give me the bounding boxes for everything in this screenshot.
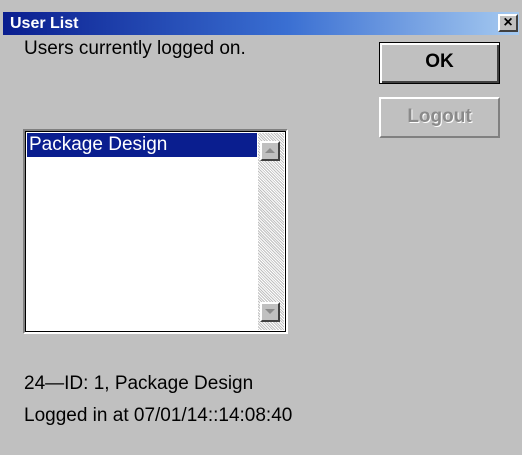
user-id-info: 24—ID: 1, Package Design [24, 373, 254, 394]
user-listbox[interactable]: Package Design [23, 129, 288, 334]
logout-button[interactable]: Logout [379, 97, 500, 138]
user-list-dialog: User List × Users currently logged on. O… [0, 0, 522, 455]
vertical-scrollbar[interactable] [258, 133, 284, 330]
close-button[interactable]: × [498, 14, 518, 32]
users-label: Users currently logged on. [24, 38, 246, 59]
list-item[interactable]: Package Design [27, 133, 257, 157]
window-title: User List [10, 15, 79, 32]
scroll-up-arrow-icon [265, 148, 275, 153]
login-time-info: Logged in at 07/01/14::14:08:40 [24, 405, 293, 426]
close-icon: × [503, 14, 513, 31]
title-bar: User List × [3, 12, 519, 35]
ok-button[interactable]: OK [379, 42, 500, 84]
scroll-up-button[interactable] [260, 141, 280, 161]
scroll-down-arrow-icon [265, 309, 275, 314]
scroll-down-button[interactable] [260, 302, 280, 322]
